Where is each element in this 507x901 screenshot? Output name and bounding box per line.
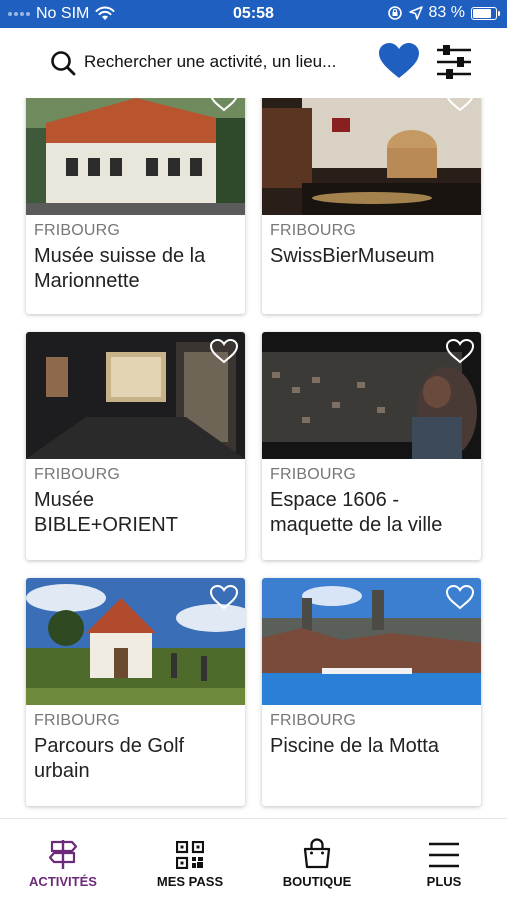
signpost-icon xyxy=(48,840,78,869)
activity-card[interactable]: FRIBOURG Musée suisse de la Marionnette xyxy=(26,98,245,314)
card-city: FRIBOURG xyxy=(270,466,357,483)
card-title: Piscine de la Motta xyxy=(270,735,439,757)
favorites-heart-icon[interactable] xyxy=(378,42,420,80)
card-city: FRIBOURG xyxy=(34,466,121,483)
status-bar: No SIM 05:58 83 % xyxy=(0,0,507,28)
activity-card[interactable]: FRIBOURG SwissBierMuseum xyxy=(262,98,481,314)
card-city: FRIBOURG xyxy=(34,712,121,729)
activity-photo xyxy=(262,98,481,215)
favorite-heart-icon[interactable] xyxy=(445,584,475,610)
search-icon[interactable] xyxy=(50,50,76,76)
card-title: Espace 1606 - maquette de la ville xyxy=(270,489,443,536)
qr-code-icon xyxy=(176,841,204,869)
activity-card[interactable]: FRIBOURG Parcours de Golf urbain xyxy=(26,578,245,806)
favorite-heart-icon[interactable] xyxy=(209,338,239,364)
activity-grid: FRIBOURG Musée suisse de la Marionnette … xyxy=(0,98,507,818)
favorite-heart-icon[interactable] xyxy=(445,98,475,112)
filter-sliders-icon[interactable] xyxy=(435,44,473,80)
nav-plus[interactable]: PLUS xyxy=(381,819,507,901)
shopping-bag-icon xyxy=(303,838,331,869)
search-input[interactable]: Rechercher une activité, un lieu... xyxy=(84,52,336,72)
nav-label: MES PASS xyxy=(156,874,224,889)
card-city: FRIBOURG xyxy=(270,222,357,239)
favorite-heart-icon[interactable] xyxy=(209,584,239,610)
card-title: SwissBierMuseum xyxy=(270,245,435,267)
activity-card[interactable]: FRIBOURG Piscine de la Motta xyxy=(262,578,481,806)
rotation-lock-icon xyxy=(387,6,402,20)
activity-card[interactable]: FRIBOURG Espace 1606 - maquette de la vi… xyxy=(262,332,481,560)
nav-activites[interactable]: ACTIVITÉS xyxy=(0,819,126,901)
battery-icon xyxy=(471,6,500,20)
card-city: FRIBOURG xyxy=(270,712,357,729)
activity-photo xyxy=(26,98,245,215)
card-title: Musée BIBLE+ORIENT xyxy=(34,489,178,536)
nav-boutique[interactable]: BOUTIQUE xyxy=(254,819,380,901)
location-arrow-icon xyxy=(408,6,423,20)
nav-label: ACTIVITÉS xyxy=(29,874,97,889)
battery-percent: 83 % xyxy=(428,4,465,21)
activity-card[interactable]: FRIBOURG Musée BIBLE+ORIENT xyxy=(26,332,245,560)
favorite-heart-icon[interactable] xyxy=(209,98,239,112)
menu-icon xyxy=(429,842,459,868)
card-title: Parcours de Golf urbain xyxy=(34,735,185,782)
card-city: FRIBOURG xyxy=(34,222,121,239)
nav-label: PLUS xyxy=(426,874,462,889)
card-title: Musée suisse de la Marionnette xyxy=(34,245,206,292)
favorite-heart-icon[interactable] xyxy=(445,338,475,364)
search-header: Rechercher une activité, un lieu... xyxy=(0,28,507,98)
nav-label: BOUTIQUE xyxy=(282,874,352,889)
bottom-nav: ACTIVITÉS MES PASS BOUTIQUE PLUS xyxy=(0,818,507,901)
nav-mes-pass[interactable]: MES PASS xyxy=(127,819,253,901)
